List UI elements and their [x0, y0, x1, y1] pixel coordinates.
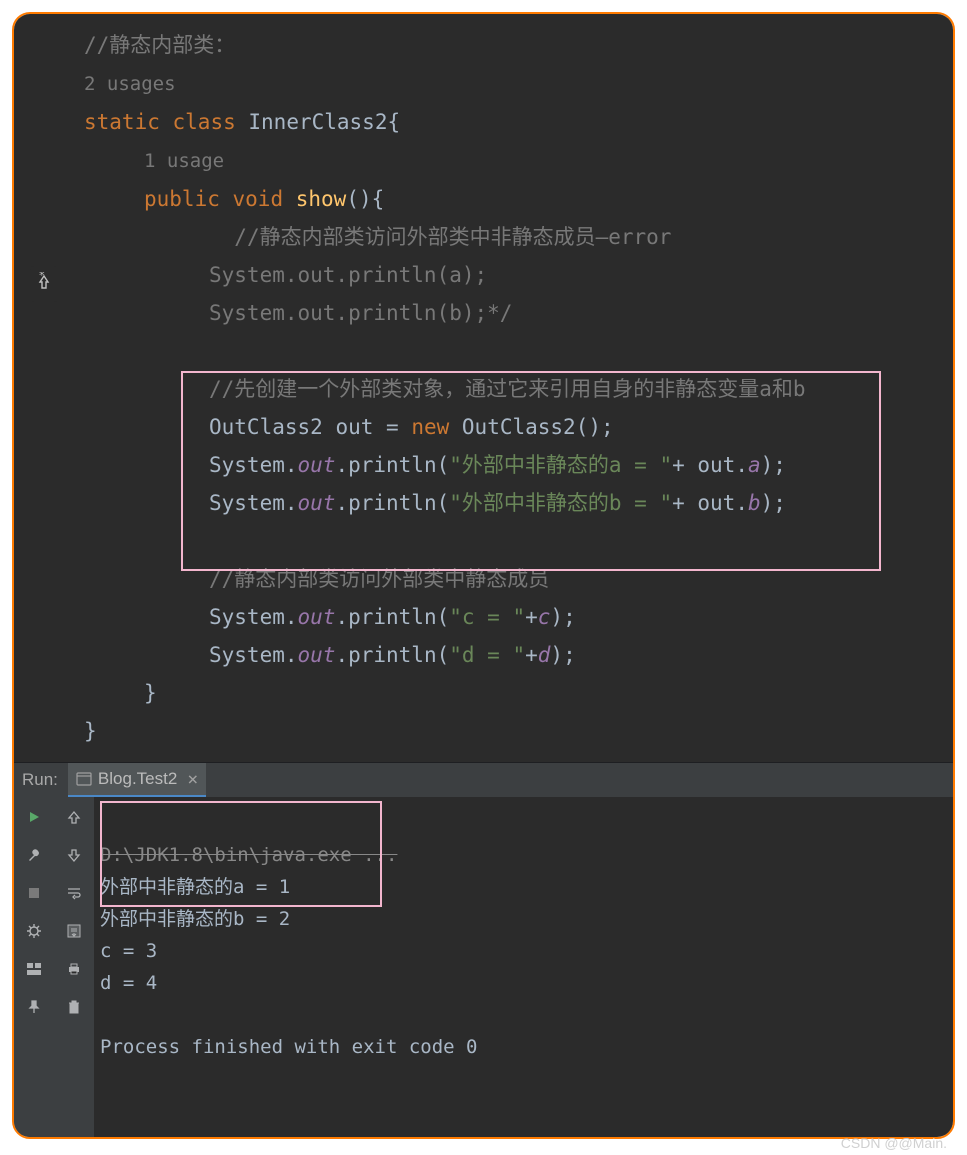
soft-wrap-icon[interactable]: [64, 883, 84, 903]
pin-icon[interactable]: [24, 997, 44, 1017]
code-line: public void show(){: [14, 180, 953, 218]
scroll-to-end-icon[interactable]: [64, 921, 84, 941]
close-icon[interactable]: ×: [183, 769, 198, 790]
run-body: D:\JDK1.8\bin\java.exe ... 外部中非静态的a = 1 …: [14, 797, 953, 1137]
command-line: D:\JDK1.8\bin\java.exe ...: [100, 844, 397, 866]
run-panel: Run: Blog.Test2 ×: [14, 762, 953, 1137]
code-line: static class InnerClass2{: [14, 103, 953, 141]
code-line: System.out.println("d = "+d);: [14, 636, 953, 674]
run-toolbar-mid: [54, 797, 94, 1137]
run-tab[interactable]: Blog.Test2 ×: [68, 763, 206, 797]
run-toolbar-left: [14, 797, 54, 1137]
code-line: System.out.println(a);: [14, 256, 953, 294]
code-line: //静态内部类访问外部类中非静态成员—error: [14, 218, 953, 256]
trash-icon[interactable]: [64, 997, 84, 1017]
output-line: c = 3: [100, 940, 157, 962]
up-icon[interactable]: [64, 807, 84, 827]
code-line: System.out.println("外部中非静态的a = "+ out.a)…: [14, 446, 953, 484]
code-line: System.out.println("c = "+c);: [14, 598, 953, 636]
code-line: //静态内部类：: [14, 26, 953, 64]
code-line: OutClass2 out = new OutClass2();: [14, 408, 953, 446]
code-line: [14, 332, 953, 370]
console-output[interactable]: D:\JDK1.8\bin\java.exe ... 外部中非静态的a = 1 …: [94, 797, 953, 1137]
rerun-icon[interactable]: [24, 807, 44, 827]
layout-icon[interactable]: [24, 959, 44, 979]
code-line: //先创建一个外部类对象，通过它来引用自身的非静态变量a和b: [14, 370, 953, 408]
code-line: System.out.println("外部中非静态的b = "+ out.b)…: [14, 484, 953, 522]
usage-hint[interactable]: 1 usage: [14, 141, 953, 180]
code-line: System.out.println(b);*/: [14, 294, 953, 332]
application-icon: [76, 771, 92, 787]
code-line: }: [14, 712, 953, 750]
code-line: //静态内部类访问外部类中静态成员: [14, 560, 953, 598]
watermark: CSDN @@Main.: [841, 1135, 947, 1151]
run-tab-label: Blog.Test2: [98, 769, 177, 789]
run-label: Run:: [22, 770, 68, 790]
run-header: Run: Blog.Test2 ×: [14, 763, 953, 797]
output-line: 外部中非静态的a = 1: [100, 876, 290, 898]
print-icon[interactable]: [64, 959, 84, 979]
usage-hint[interactable]: 2 usages: [14, 64, 953, 103]
wrench-icon[interactable]: [24, 845, 44, 865]
code-line: [14, 522, 953, 560]
screenshot-frame: * //静态内部类： 2 usages static class InnerCl…: [12, 12, 955, 1139]
output-line: 外部中非静态的b = 2: [100, 908, 290, 930]
stop-icon[interactable]: [24, 883, 44, 903]
code-editor[interactable]: * //静态内部类： 2 usages static class InnerCl…: [14, 14, 953, 762]
exit-line: Process finished with exit code 0: [100, 1036, 478, 1058]
down-icon[interactable]: [64, 845, 84, 865]
debug-icon[interactable]: [24, 921, 44, 941]
code-line: }: [14, 674, 953, 712]
output-line: d = 4: [100, 972, 157, 994]
